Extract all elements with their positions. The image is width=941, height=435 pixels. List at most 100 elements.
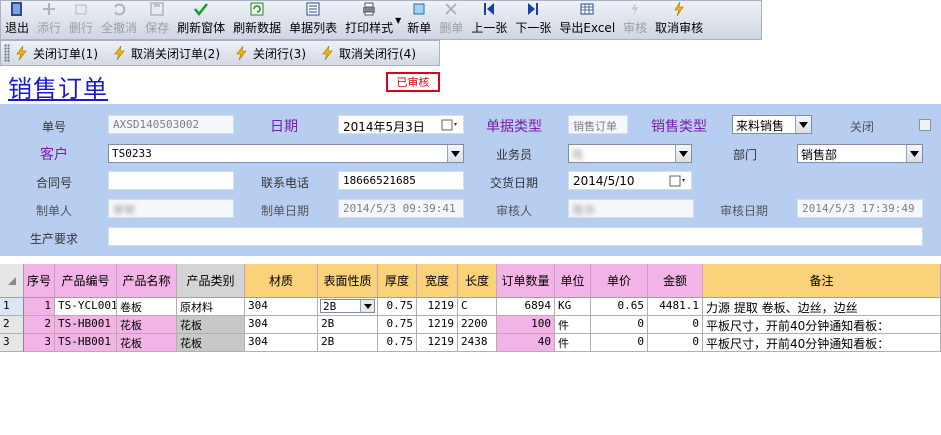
- salesman-select[interactable]: 陈: [568, 144, 692, 163]
- col-remark[interactable]: 备注: [703, 264, 941, 298]
- cell-category[interactable]: 花板: [177, 316, 245, 334]
- col-amount[interactable]: 金额: [648, 264, 703, 298]
- make-date-field[interactable]: 2014/5/3 09:39:41: [338, 199, 464, 218]
- cell-thickness[interactable]: 0.75: [378, 298, 417, 316]
- cell-width[interactable]: 1219: [417, 334, 458, 352]
- customer-select[interactable]: TS0233: [108, 144, 464, 163]
- cancel-close-order-button[interactable]: 取消关闭订单(2): [112, 45, 220, 62]
- cell-remark[interactable]: 平板尺寸，开前40分钟通知看板：: [703, 334, 941, 352]
- cell-code[interactable]: TS-HB001: [55, 316, 117, 334]
- maker-field[interactable]: 李琴: [108, 199, 234, 218]
- cell-material[interactable]: 304: [245, 316, 318, 334]
- refresh-data-button[interactable]: 刷新数据: [229, 1, 285, 39]
- save-button[interactable]: 保存: [141, 1, 173, 39]
- chevron-down-icon[interactable]: [360, 300, 374, 312]
- export-excel-button[interactable]: 导出Excel: [555, 1, 619, 39]
- cell-name[interactable]: 花板: [117, 316, 177, 334]
- cell-name[interactable]: 卷板: [117, 298, 177, 316]
- cell-length[interactable]: 2438: [458, 334, 497, 352]
- cell-length[interactable]: 2200: [458, 316, 497, 334]
- cell-material[interactable]: 304: [245, 334, 318, 352]
- cell-name[interactable]: 花板: [117, 334, 177, 352]
- col-name[interactable]: 产品名称: [117, 264, 177, 298]
- delivery-date-field[interactable]: 2014/5/10: [568, 171, 692, 190]
- delete-doc-button[interactable]: 删单: [435, 1, 467, 39]
- calendar-icon[interactable]: [669, 175, 687, 187]
- row-header[interactable]: 3: [0, 334, 24, 352]
- cell-unit[interactable]: 件: [555, 334, 591, 352]
- contract-field[interactable]: [108, 171, 234, 190]
- chevron-down-icon[interactable]: [795, 116, 811, 133]
- undo-all-button[interactable]: 全撤消: [97, 1, 141, 39]
- print-style-button[interactable]: 打印样式: [341, 1, 397, 39]
- chevron-down-icon[interactable]: ▼: [395, 16, 401, 25]
- refresh-form-button[interactable]: 刷新窗体: [173, 1, 229, 39]
- new-doc-button[interactable]: 新单: [403, 1, 435, 39]
- cell-price[interactable]: 0.65: [591, 298, 648, 316]
- cell-surface[interactable]: 2B: [318, 334, 378, 352]
- col-seq[interactable]: 序号: [24, 264, 55, 298]
- cell-surface[interactable]: 2B: [318, 316, 378, 334]
- prev-button[interactable]: 上一张: [467, 1, 511, 39]
- sales-type-select[interactable]: 来料销售: [732, 115, 812, 134]
- cancel-approve-button[interactable]: 取消审核: [651, 1, 707, 39]
- approve-button[interactable]: 审核: [619, 1, 651, 39]
- cell-price[interactable]: 0: [591, 334, 648, 352]
- cancel-close-line-button[interactable]: 取消关闭行(4): [320, 45, 416, 62]
- requirement-field[interactable]: [108, 227, 923, 246]
- col-qty[interactable]: 订单数量: [497, 264, 555, 298]
- date-field[interactable]: 2014年5月3日: [338, 115, 464, 134]
- order-no-field[interactable]: AXSD140503002: [108, 115, 234, 134]
- cell-unit[interactable]: 件: [555, 316, 591, 334]
- table-row[interactable]: 3 3 TS-HB001 花板 花板 304 2B 0.75 1219 2438…: [0, 334, 941, 352]
- calendar-icon[interactable]: [441, 119, 459, 131]
- grip-handle[interactable]: [4, 44, 10, 62]
- doc-type-field[interactable]: 销售订单: [568, 115, 628, 134]
- row-header[interactable]: 2: [0, 316, 24, 334]
- cell-code[interactable]: TS-YCL001: [55, 298, 117, 316]
- surface-select[interactable]: 2B: [320, 299, 375, 313]
- cell-qty[interactable]: 6894: [497, 298, 555, 316]
- cell-remark[interactable]: 平板尺寸，开前40分钟通知看板：: [703, 316, 941, 334]
- doc-list-button[interactable]: 单据列表: [285, 1, 341, 39]
- cell-thickness[interactable]: 0.75: [378, 316, 417, 334]
- cell-amount[interactable]: 4481.1: [648, 298, 703, 316]
- cell-seq[interactable]: 2: [24, 316, 55, 334]
- col-price[interactable]: 单价: [591, 264, 648, 298]
- cell-material[interactable]: 304: [245, 298, 318, 316]
- cell-amount[interactable]: 0: [648, 316, 703, 334]
- col-code[interactable]: 产品编号: [55, 264, 117, 298]
- audit-date-field[interactable]: 2014/5/3 17:39:49: [797, 199, 923, 218]
- table-row[interactable]: 2 2 TS-HB001 花板 花板 304 2B 0.75 1219 2200…: [0, 316, 941, 334]
- close-order-button[interactable]: 关闭订单(1): [14, 45, 98, 62]
- chevron-down-icon[interactable]: [906, 145, 922, 162]
- cell-category[interactable]: 花板: [177, 334, 245, 352]
- phone-field[interactable]: 18666521685: [338, 171, 464, 190]
- cell-category[interactable]: 原材料: [177, 298, 245, 316]
- exit-button[interactable]: 退出: [1, 1, 33, 39]
- row-header[interactable]: 1: [0, 298, 24, 316]
- cell-length[interactable]: C: [458, 298, 497, 316]
- chevron-down-icon[interactable]: [675, 145, 691, 162]
- grid-corner[interactable]: [0, 264, 24, 298]
- auditor-field[interactable]: 陈华: [568, 199, 694, 218]
- col-width[interactable]: 宽度: [417, 264, 458, 298]
- cell-surface[interactable]: 2B: [318, 298, 378, 316]
- cell-seq[interactable]: 3: [24, 334, 55, 352]
- cell-seq[interactable]: 1: [24, 298, 55, 316]
- cell-thickness[interactable]: 0.75: [378, 334, 417, 352]
- next-button[interactable]: 下一张: [511, 1, 555, 39]
- dept-select[interactable]: 销售部: [797, 144, 923, 163]
- col-length[interactable]: 长度: [458, 264, 497, 298]
- cell-unit[interactable]: KG: [555, 298, 591, 316]
- cell-remark[interactable]: 力源 提取 卷板、边丝，边丝: [703, 298, 941, 316]
- cell-price[interactable]: 0: [591, 316, 648, 334]
- table-row[interactable]: 1 1 TS-YCL001 卷板 原材料 304 2B 0.75 1219 C …: [0, 298, 941, 316]
- cell-qty[interactable]: 40: [497, 334, 555, 352]
- col-thickness[interactable]: 厚度: [378, 264, 417, 298]
- cell-width[interactable]: 1219: [417, 316, 458, 334]
- cell-qty[interactable]: 100: [497, 316, 555, 334]
- chevron-down-icon[interactable]: [447, 145, 463, 162]
- col-unit[interactable]: 单位: [555, 264, 591, 298]
- close-line-button[interactable]: 关闭行(3): [234, 45, 306, 62]
